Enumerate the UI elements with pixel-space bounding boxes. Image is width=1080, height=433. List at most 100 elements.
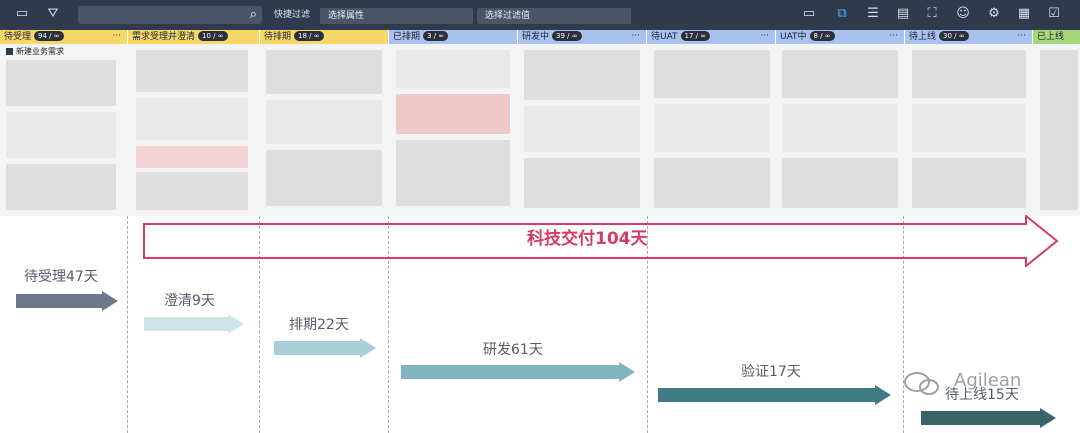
- chart-icon[interactable]: ⧉: [834, 7, 850, 21]
- column-count-badge: 3 / ∞: [423, 31, 449, 41]
- column-count-badge: 10 / ∞: [198, 31, 228, 41]
- task-card[interactable]: [912, 50, 1026, 98]
- checklist-icon[interactable]: ☑: [1046, 7, 1062, 21]
- column-header[interactable]: UAT中 8 / ∞ ···: [776, 30, 904, 44]
- task-card[interactable]: [266, 150, 382, 206]
- column-title: 研发中 39 / ∞: [522, 30, 582, 44]
- task-card[interactable]: [6, 164, 116, 210]
- settings-icon[interactable]: ⚙: [986, 7, 1002, 21]
- task-card[interactable]: [654, 158, 770, 208]
- segment-arrow-shaft: [16, 294, 102, 308]
- task-card[interactable]: [524, 50, 640, 100]
- task-card[interactable]: [654, 50, 770, 98]
- filter-value-select[interactable]: 选择过滤值: [477, 8, 631, 24]
- column-title: 待上线 30 / ∞: [909, 30, 969, 44]
- fullscreen-icon[interactable]: ⛶: [924, 7, 940, 21]
- segment-label: 排期22天: [289, 317, 349, 333]
- task-card[interactable]: [266, 50, 382, 94]
- column-count-badge: 94 / ∞: [34, 31, 64, 41]
- task-card[interactable]: [266, 100, 382, 144]
- task-card[interactable]: [396, 94, 510, 134]
- collapse-icon[interactable]: [6, 48, 13, 55]
- segment-arrow: [921, 408, 1056, 428]
- swimlane-tag[interactable]: 新建业务需求: [6, 46, 64, 57]
- task-card[interactable]: [136, 98, 248, 140]
- task-card[interactable]: [912, 104, 1026, 152]
- search-icon[interactable]: ⌕: [250, 7, 257, 23]
- task-card[interactable]: [782, 158, 898, 208]
- task-card[interactable]: [912, 158, 1026, 208]
- quick-filter-label: 快捷过滤: [274, 10, 311, 20]
- task-card[interactable]: [6, 112, 116, 158]
- column-divider: [127, 216, 128, 433]
- column-header[interactable]: 已上线: [1033, 30, 1080, 44]
- report-icon[interactable]: ▦: [1016, 7, 1032, 21]
- segment-arrow-shaft: [658, 388, 875, 402]
- segment-label: 研发61天: [483, 342, 543, 358]
- filter-icon[interactable]: ⛛: [45, 7, 61, 21]
- column-header[interactable]: 待UAT 17 / ∞ ···: [647, 30, 775, 44]
- segment-arrow-shaft: [401, 365, 619, 379]
- task-card[interactable]: [1040, 50, 1078, 210]
- search-input[interactable]: ⌕: [78, 6, 262, 24]
- document-icon[interactable]: ▤: [895, 7, 911, 21]
- task-card[interactable]: [136, 146, 248, 168]
- team-icon[interactable]: ☺: [955, 7, 971, 21]
- task-card[interactable]: [782, 104, 898, 152]
- segment-arrow-head: [360, 338, 376, 358]
- column-header[interactable]: 待排期 18 / ∞: [260, 30, 388, 44]
- total-delivery-label: 科技交付104天: [527, 229, 648, 249]
- column-more-icon[interactable]: ···: [889, 30, 898, 42]
- segment-arrow: [401, 362, 635, 382]
- segment-label: 验证17天: [741, 364, 801, 380]
- segment-arrow: [16, 291, 118, 311]
- column-more-icon[interactable]: ···: [112, 30, 121, 42]
- task-card[interactable]: [782, 50, 898, 98]
- column-more-icon[interactable]: ···: [631, 30, 640, 42]
- column-count-badge: 39 / ∞: [552, 31, 582, 41]
- segment-arrow-shaft: [921, 411, 1040, 425]
- column-more-icon[interactable]: ···: [1017, 30, 1026, 42]
- segment-arrow: [658, 385, 891, 405]
- column-more-icon[interactable]: ···: [760, 30, 769, 42]
- board-view-icon[interactable]: ▭: [14, 7, 30, 21]
- segment-arrow-shaft: [144, 317, 228, 331]
- column-count-badge: 18 / ∞: [294, 31, 324, 41]
- task-card[interactable]: [136, 172, 248, 210]
- column-title: 需求受理并澄清 10 / ∞: [132, 30, 228, 44]
- column-header[interactable]: 已排期 3 / ∞: [389, 30, 517, 44]
- column-title: 待受理 94 / ∞: [4, 30, 64, 44]
- segment-label: 澄清9天: [164, 293, 215, 309]
- task-card[interactable]: [654, 104, 770, 152]
- segment-arrow-head: [875, 385, 891, 405]
- task-card[interactable]: [6, 60, 116, 106]
- column-title: 待UAT 17 / ∞: [651, 30, 711, 44]
- column-count-badge: 17 / ∞: [680, 31, 711, 41]
- watermark-text: Agilean: [954, 370, 1022, 391]
- segment-arrow-head: [102, 291, 118, 311]
- attribute-select[interactable]: 选择属性: [320, 8, 473, 24]
- column-header[interactable]: 需求受理并澄清 10 / ∞: [128, 30, 259, 44]
- top-toolbar: ▭ ⛛ ⌕ 快捷过滤 选择属性 选择过滤值 ▭ ⧉ ☰ ▤ ⛶ ☺ ⚙ ▦ ☑: [0, 0, 1080, 30]
- segment-arrow: [274, 338, 376, 358]
- task-card[interactable]: [136, 50, 248, 92]
- monitor-icon[interactable]: ▭: [801, 7, 817, 21]
- segment-arrow-head: [228, 314, 244, 334]
- column-count-badge: 8 / ∞: [809, 31, 835, 41]
- column-header-strip: 待受理 94 / ∞ ··· 需求受理并澄清 10 / ∞ 待排期 18 / ∞ 已排…: [0, 30, 1080, 44]
- wechat-logo-icon: [904, 372, 939, 395]
- list-icon[interactable]: ☰: [865, 7, 881, 21]
- column-count-badge: 30 / ∞: [939, 31, 969, 41]
- column-header[interactable]: 待受理 94 / ∞ ···: [0, 30, 127, 44]
- task-card[interactable]: [396, 50, 510, 88]
- column-title: 已排期 3 / ∞: [393, 30, 449, 44]
- kanban-board: 新建业务需求: [0, 44, 1080, 216]
- task-card[interactable]: [524, 158, 640, 208]
- watermark: Agilean: [902, 368, 1052, 398]
- column-header[interactable]: 研发中 39 / ∞ ···: [518, 30, 646, 44]
- segment-arrow-head: [619, 362, 635, 382]
- column-title: 已上线: [1037, 32, 1065, 42]
- task-card[interactable]: [524, 106, 640, 152]
- task-card[interactable]: [396, 140, 510, 206]
- column-header[interactable]: 待上线 30 / ∞ ···: [905, 30, 1032, 44]
